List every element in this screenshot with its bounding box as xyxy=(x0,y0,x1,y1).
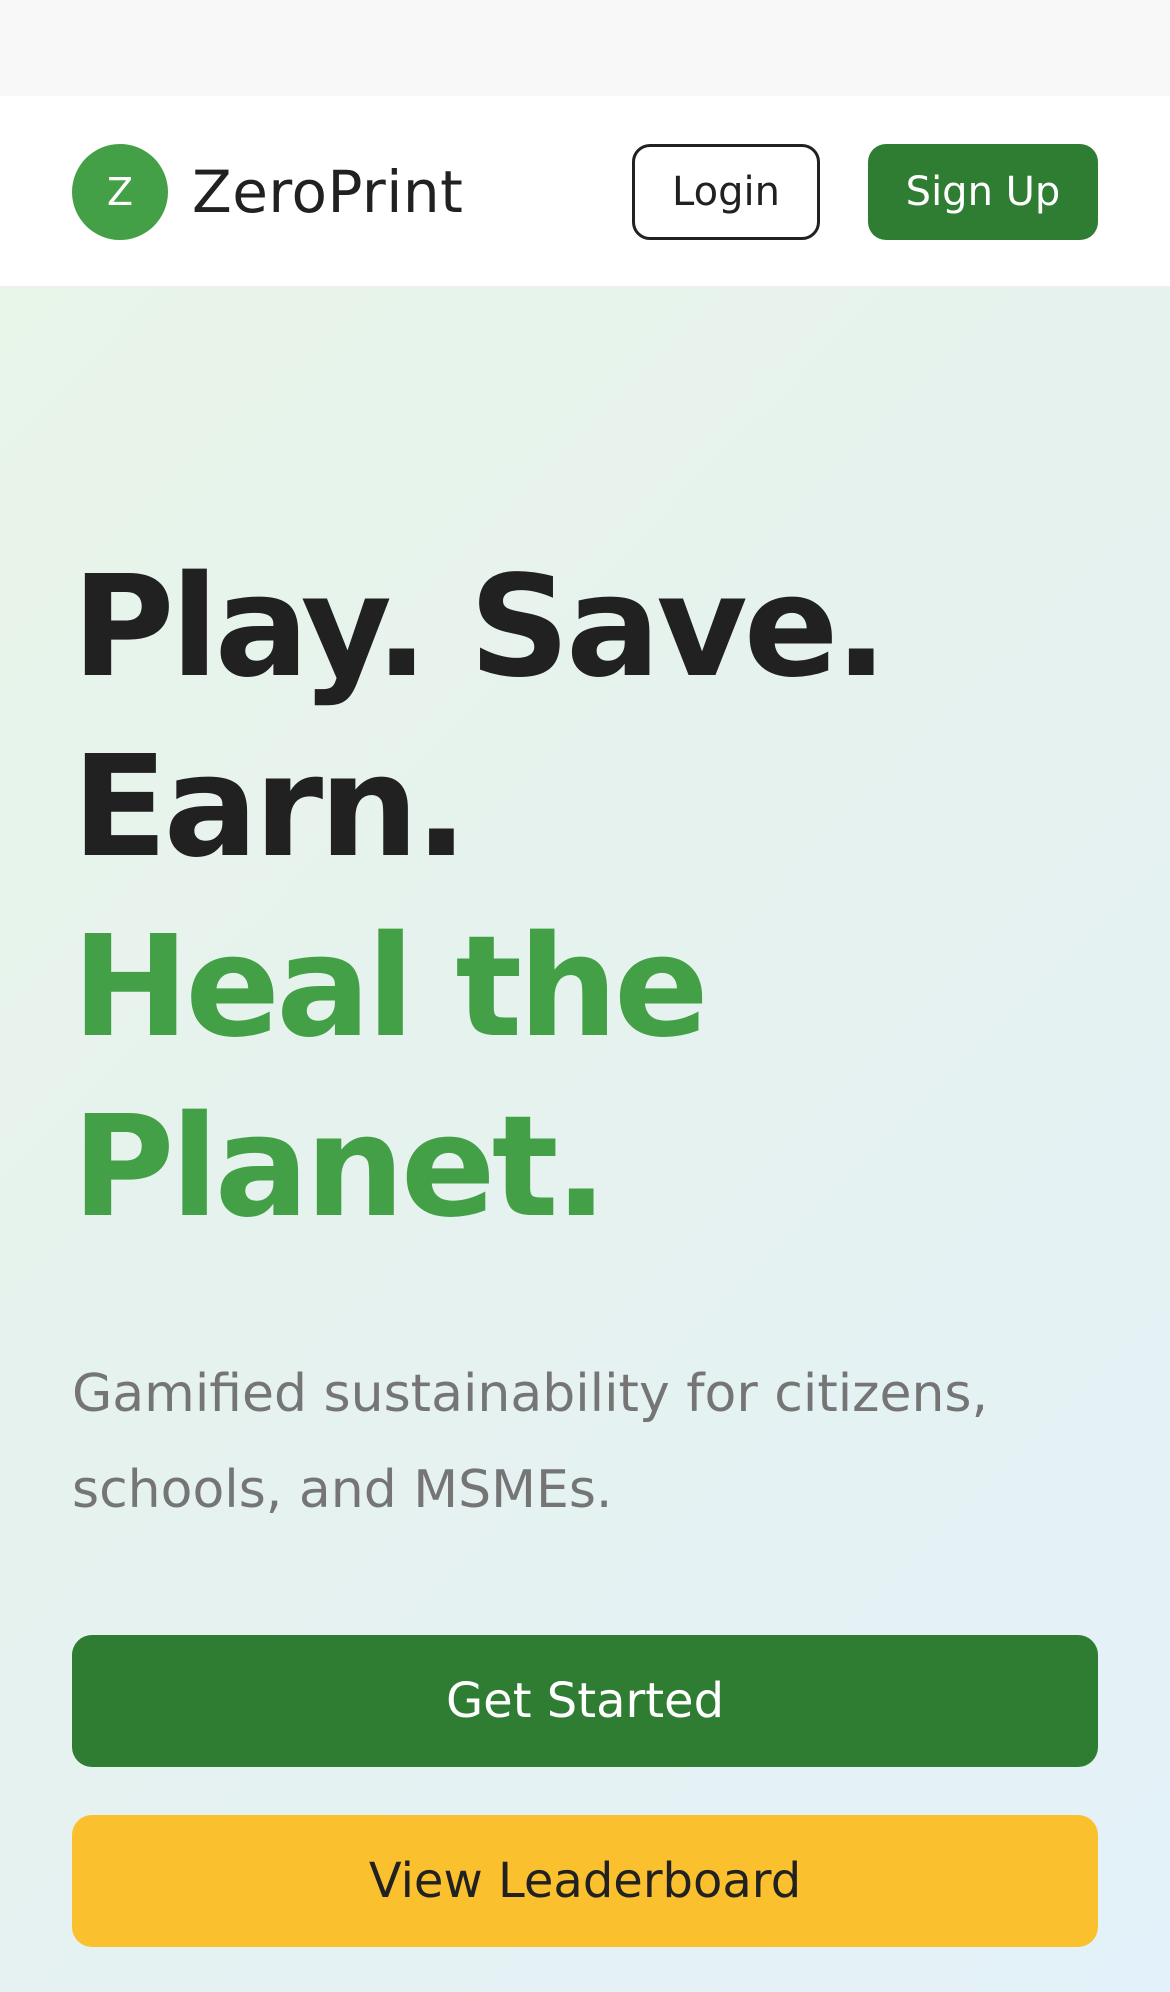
logo-letter: Z xyxy=(106,170,134,214)
hero-subtitle: Gamified sustainability for citizens, sc… xyxy=(72,1364,989,1520)
headline-line-1: Play. Save. xyxy=(72,546,888,709)
top-strip xyxy=(0,0,1170,96)
logo-badge[interactable]: Z xyxy=(72,144,168,240)
view-leaderboard-button[interactable]: View Leaderboard xyxy=(72,1815,1098,1947)
signup-button[interactable]: Sign Up xyxy=(868,144,1098,240)
headline-line-2: Earn. xyxy=(72,726,468,889)
hero-headline: Play. Save. Earn. Heal the Planet. xyxy=(72,538,1112,1258)
headline-line-3: Heal the xyxy=(72,906,709,1069)
get-started-button[interactable]: Get Started xyxy=(72,1635,1098,1767)
site-header: Z ZeroPrint Login Sign Up xyxy=(0,96,1170,288)
brand-name[interactable]: ZeroPrint xyxy=(192,150,463,234)
hero-section: Play. Save. Earn. Heal the Planet. Gamif… xyxy=(0,288,1170,1992)
headline-line-4: Planet. xyxy=(72,1086,608,1249)
login-button[interactable]: Login xyxy=(632,144,820,240)
